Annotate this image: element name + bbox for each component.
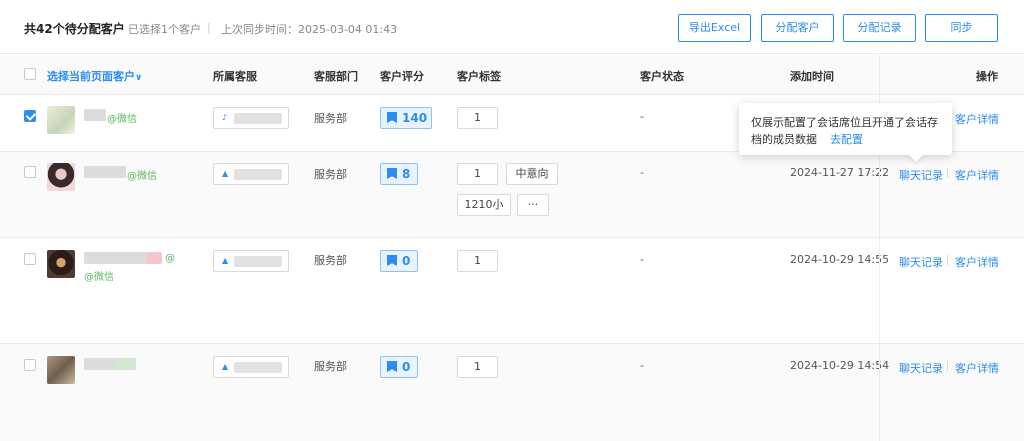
- score-value: 0: [402, 360, 411, 374]
- agent-name: [234, 169, 282, 180]
- assign-customer-button[interactable]: 分配客户: [761, 14, 834, 42]
- table-header: 选择当前页面客户∨ 所属客服 客服部门 客户评分 客户标签 客户状态 添加时间 …: [0, 55, 1024, 95]
- toolbar: 共42个待分配客户 已选择1个客户 | 上次同步时间：2025-03-04 01…: [0, 0, 1024, 54]
- added-time: 2024-11-27 17:22: [790, 166, 890, 179]
- person-icon: ▲: [222, 256, 229, 265]
- last-sync-time: 上次同步时间：2025-03-04 01:43: [221, 23, 398, 36]
- col-status: 客户状态: [640, 70, 684, 83]
- tag-chip: 1210小: [457, 194, 511, 216]
- table-row: @ @微信 ▲ 服务部 0 1 - 2024-10-29 14:55 聊天记录 …: [0, 238, 1024, 344]
- agent-chip[interactable]: ▲: [213, 250, 289, 272]
- col-added: 添加时间: [790, 70, 834, 83]
- score-value: 0: [402, 254, 411, 268]
- added-time: 2024-10-29 14:55: [790, 253, 890, 266]
- score-badge: 140: [380, 107, 432, 129]
- wechat-label: @微信: [107, 114, 137, 125]
- agent-chip[interactable]: ♪: [213, 107, 289, 129]
- person-icon: ▲: [222, 362, 229, 371]
- table-row: ▲ 服务部 0 1 - 2024-10-29 14:54 聊天记录 客户详情: [0, 344, 1024, 441]
- dept-value: 服务部: [314, 254, 347, 267]
- tooltip-line1: 仅展示配置了会话席位且开通了会话存: [751, 116, 938, 129]
- tag-chip: 1: [457, 163, 498, 185]
- select-all-checkbox[interactable]: [24, 68, 36, 80]
- agent-chip[interactable]: ▲: [213, 356, 289, 378]
- person-icon: ▲: [222, 169, 229, 178]
- row-checkbox[interactable]: [24, 253, 36, 265]
- status-value: -: [640, 110, 644, 123]
- col-agent: 所属客服: [213, 70, 257, 83]
- assign-records-button[interactable]: 分配记录: [843, 14, 916, 42]
- go-configure-link[interactable]: 去配置: [830, 131, 863, 147]
- score-badge: 0: [380, 356, 418, 378]
- row-checkbox[interactable]: [24, 110, 36, 122]
- score-badge: 8: [380, 163, 418, 185]
- sync-button[interactable]: 同步: [925, 14, 998, 42]
- tag-chip: 1: [457, 356, 498, 378]
- select-page-label: 选择当前页面客户: [47, 70, 135, 83]
- avatar: [47, 356, 75, 384]
- toolbar-divider: |: [207, 21, 211, 34]
- bookmark-icon: [387, 168, 397, 179]
- avatar: [47, 163, 75, 191]
- table-row: @微信 ▲ 服务部 8 1 中意向 1210小 ··· - 2024-11-27…: [0, 152, 1024, 238]
- person-icon: ♪: [222, 113, 228, 122]
- status-value: -: [640, 359, 644, 372]
- col-score: 客户评分: [380, 70, 424, 83]
- col-dept: 客服部门: [314, 70, 358, 83]
- agent-name: [234, 113, 282, 124]
- row-checkbox[interactable]: [24, 166, 36, 178]
- customer-name: [84, 252, 162, 264]
- avatar: [47, 250, 75, 278]
- wechat-label: @微信: [127, 171, 157, 182]
- chevron-down-icon: ∨: [135, 73, 143, 83]
- customer-name: [84, 166, 126, 178]
- agent-name: [234, 256, 282, 267]
- tooltip-line2: 档的成员数据: [751, 133, 817, 146]
- bookmark-icon: [387, 112, 397, 123]
- wechat-at: @: [165, 253, 175, 264]
- pending-count: 共42个待分配客户: [24, 22, 125, 36]
- bookmark-icon: [387, 255, 397, 266]
- selected-count: 已选择1个客户: [128, 23, 201, 36]
- customer-name: [84, 358, 136, 370]
- score-badge: 0: [380, 250, 418, 272]
- export-excel-button[interactable]: 导出Excel: [678, 14, 751, 42]
- agent-chip[interactable]: ▲: [213, 163, 289, 185]
- status-value: -: [640, 166, 644, 179]
- status-value: -: [640, 253, 644, 266]
- customer-assign-page: 共42个待分配客户 已选择1个客户 | 上次同步时间：2025-03-04 01…: [0, 0, 1024, 441]
- tag-chip: 1: [457, 250, 498, 272]
- bookmark-icon: [387, 361, 397, 372]
- added-time: 2024-10-29 14:54: [790, 359, 890, 372]
- col-tags: 客户标签: [457, 70, 501, 83]
- wechat-label: @微信: [84, 272, 114, 283]
- dept-value: 服务部: [314, 168, 347, 181]
- row-checkbox[interactable]: [24, 359, 36, 371]
- customer-name: [84, 109, 106, 121]
- tag-chip: 1: [457, 107, 498, 129]
- dept-value: 服务部: [314, 360, 347, 373]
- score-value: 140: [402, 111, 428, 125]
- score-value: 8: [402, 167, 411, 181]
- agent-name: [234, 362, 282, 373]
- dept-value: 服务部: [314, 112, 347, 125]
- more-tags-button[interactable]: ···: [517, 194, 549, 216]
- tag-chip: 中意向: [506, 163, 558, 185]
- avatar: [47, 106, 75, 134]
- select-page-dropdown[interactable]: 选择当前页面客户∨: [47, 68, 142, 84]
- chat-record-tooltip: 仅展示配置了会话席位且开通了会话存 档的成员数据 去配置: [739, 103, 952, 155]
